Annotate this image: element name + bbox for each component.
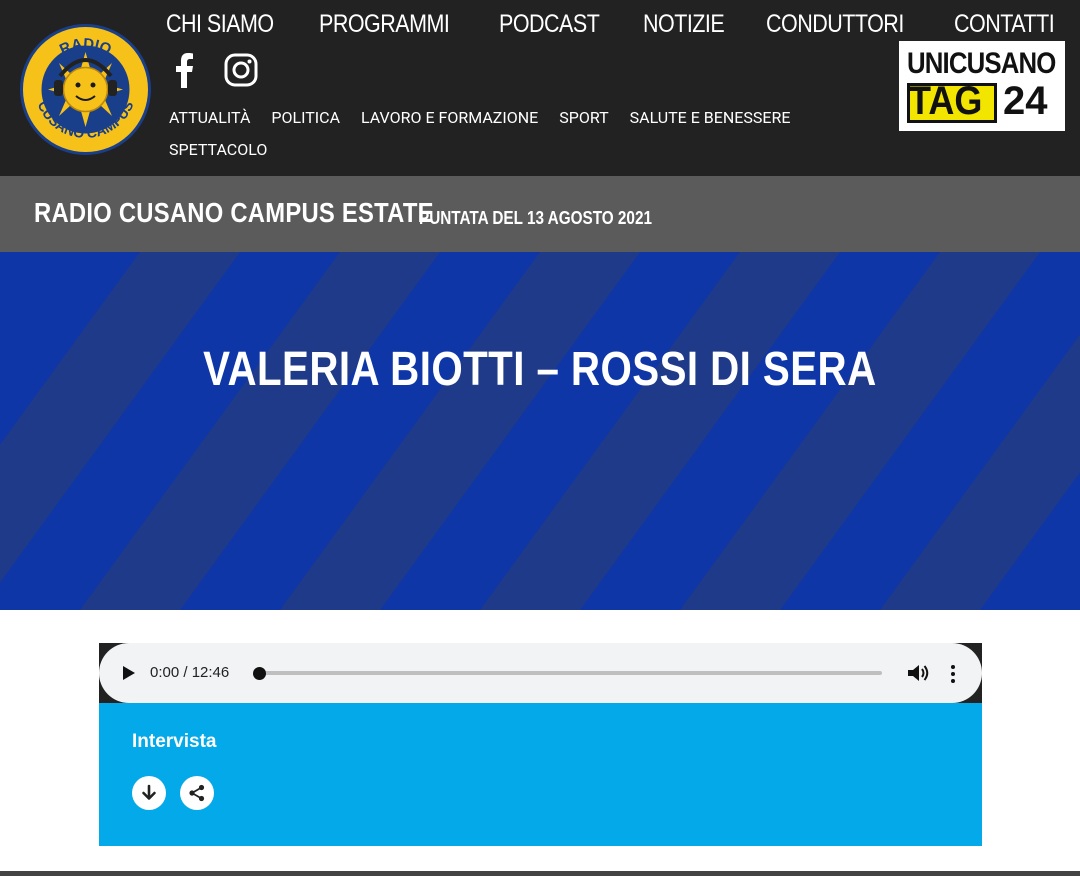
- partner-logo-line1: UNICUSANO: [907, 47, 1056, 80]
- category-spettacolo[interactable]: SPETTACOLO: [169, 140, 267, 160]
- hero-stripe-pattern: [0, 252, 1080, 610]
- nav-contatti[interactable]: CONTATTI: [954, 10, 1055, 39]
- episode-title-text: VALERIA BIOTTI – ROSSI DI SERA: [203, 343, 877, 396]
- category-lavoro-e-formazione[interactable]: LAVORO E FORMAZIONE: [361, 108, 538, 128]
- download-button[interactable]: [132, 776, 166, 810]
- more-vert-icon[interactable]: [947, 664, 959, 684]
- show-title[interactable]: RADIO CUSANO CAMPUS ESTATE: [34, 197, 434, 229]
- main-nav: CHI SIAMO PROGRAMMI PODCAST NOTIZIE COND…: [166, 10, 1070, 39]
- facebook-icon[interactable]: [170, 52, 198, 88]
- nav-podcast[interactable]: PODCAST: [499, 10, 600, 39]
- download-icon: [142, 784, 156, 800]
- nav-programmi[interactable]: PROGRAMMI: [319, 10, 450, 39]
- share-icon: [189, 784, 205, 802]
- social-links: [170, 52, 258, 88]
- unicusano-tag24-logo[interactable]: UNICUSANO TAG 24: [899, 41, 1065, 131]
- instagram-icon[interactable]: [224, 53, 258, 87]
- category-salute-e-benessere[interactable]: SALUTE E BENESSERE: [630, 108, 791, 128]
- category-attualita[interactable]: ATTUALITÀ: [169, 108, 250, 128]
- partner-logo-24: 24: [1003, 79, 1048, 123]
- nav-notizie[interactable]: NOTIZIE: [643, 10, 725, 39]
- category-sport[interactable]: SPORT: [559, 108, 608, 128]
- category-nav: ATTUALITÀ POLITICA LAVORO E FORMAZIONE S…: [169, 108, 849, 160]
- footer-divider: [0, 871, 1080, 876]
- play-icon[interactable]: [122, 665, 136, 681]
- volume-icon[interactable]: [907, 663, 929, 683]
- share-button[interactable]: [180, 776, 214, 810]
- seek-handle[interactable]: [253, 667, 266, 680]
- seek-bar[interactable]: [259, 671, 882, 675]
- site-header: RADIO CUSANO CAMPUS CHI SIAMO PROGRAMMI …: [0, 0, 1080, 176]
- nav-chi-siamo[interactable]: CHI SIAMO: [166, 10, 274, 39]
- episode-title: VALERIA BIOTTI – ROSSI DI SERA: [0, 342, 1080, 397]
- hero-banner: [0, 252, 1080, 610]
- playback-time: 0:00 / 12:46: [150, 664, 230, 681]
- nav-conduttori[interactable]: CONDUTTORI: [766, 10, 904, 39]
- category-politica[interactable]: POLITICA: [271, 108, 340, 128]
- radio-cusano-campus-logo[interactable]: RADIO CUSANO CAMPUS: [20, 24, 151, 155]
- audio-label: Intervista: [132, 731, 217, 752]
- episode-date: PUNTATA DEL 13 AGOSTO 2021: [419, 208, 652, 228]
- partner-logo-tag: TAG: [909, 79, 983, 123]
